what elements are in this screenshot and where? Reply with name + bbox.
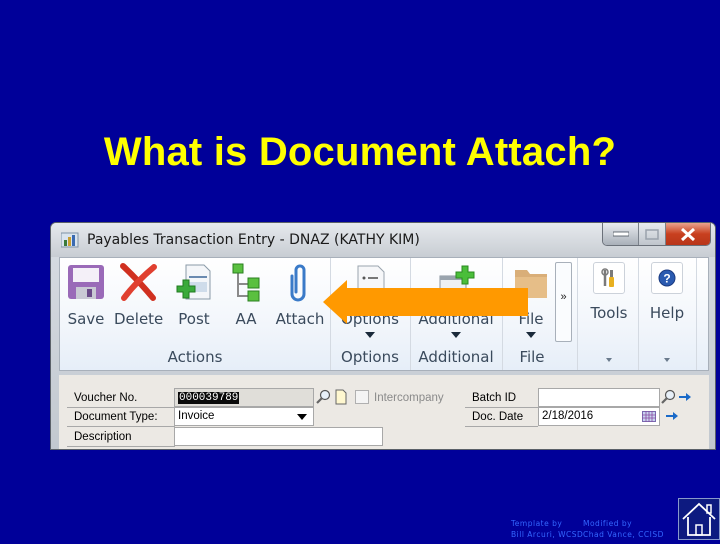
description-input[interactable] bbox=[174, 427, 383, 446]
ribbon-overflow-button[interactable]: » bbox=[555, 262, 572, 342]
document-type-select[interactable]: Invoice bbox=[174, 407, 314, 426]
group-label-options: Options bbox=[341, 348, 399, 366]
document-type-label: Document Type: bbox=[67, 408, 175, 427]
expand-arrow-icon bbox=[606, 358, 612, 362]
orange-pointer-arrow bbox=[323, 280, 528, 324]
ribbon-group-tools: Tools bbox=[580, 258, 639, 370]
chevron-down-icon bbox=[526, 332, 536, 338]
magnifier-icon bbox=[316, 389, 331, 404]
help-button[interactable]: ? Help bbox=[642, 262, 692, 322]
home-button[interactable] bbox=[678, 498, 720, 540]
home-icon bbox=[682, 502, 716, 536]
window-titlebar: Payables Transaction Entry - DNAZ (KATHY… bbox=[51, 223, 715, 257]
voucher-lookup-button[interactable] bbox=[314, 388, 332, 406]
close-icon bbox=[680, 227, 696, 241]
group-label-additional: Additional bbox=[418, 348, 494, 366]
modified-author: Chad Vance, CCISD bbox=[583, 530, 664, 539]
intercompany-label: Intercompany bbox=[374, 392, 444, 404]
modified-by-label: Modified by bbox=[583, 519, 633, 528]
window-controls bbox=[602, 223, 711, 246]
post-button[interactable]: Post bbox=[172, 262, 216, 328]
batch-expand-button[interactable] bbox=[676, 388, 694, 406]
description-label: Description bbox=[67, 428, 175, 447]
intercompany-checkbox[interactable] bbox=[353, 388, 371, 406]
minimize-button[interactable] bbox=[603, 223, 639, 245]
magnifier-icon bbox=[661, 389, 676, 404]
close-button[interactable] bbox=[666, 223, 710, 245]
arrow-right-icon bbox=[679, 393, 691, 401]
help-icon: ? bbox=[658, 269, 676, 287]
paperclip-icon bbox=[290, 264, 306, 302]
chevron-down-icon bbox=[451, 332, 461, 338]
calendar-icon[interactable] bbox=[642, 411, 656, 422]
new-document-icon bbox=[335, 389, 347, 405]
doc-date-expand-button[interactable] bbox=[663, 407, 681, 425]
minimize-icon bbox=[612, 231, 629, 237]
maximize-icon bbox=[645, 228, 659, 240]
maximize-button[interactable] bbox=[639, 223, 666, 245]
batch-lookup-button[interactable] bbox=[659, 388, 677, 406]
transaction-form: Voucher No. 000039789 Intercompany Docum… bbox=[59, 375, 709, 449]
attach-button[interactable]: Attach bbox=[274, 262, 326, 328]
voucher-new-button[interactable] bbox=[332, 388, 350, 406]
doc-date-label: Doc. Date bbox=[465, 408, 538, 427]
dropdown-arrow-icon bbox=[297, 414, 307, 420]
red-x-icon bbox=[120, 263, 157, 301]
expand-arrow-icon bbox=[664, 358, 670, 362]
batch-id-input[interactable] bbox=[538, 388, 660, 407]
ribbon-group-help: ? Help bbox=[638, 258, 697, 370]
arrow-right-icon bbox=[666, 412, 678, 420]
batch-id-label: Batch ID bbox=[465, 389, 538, 408]
tools-button[interactable]: Tools bbox=[584, 262, 634, 322]
delete-button[interactable]: Delete bbox=[114, 262, 163, 328]
post-document-icon bbox=[176, 264, 211, 300]
aa-button[interactable]: AA bbox=[224, 262, 268, 328]
chevron-down-icon bbox=[365, 332, 375, 338]
svg-text:?: ? bbox=[663, 272, 670, 286]
app-icon bbox=[61, 232, 79, 248]
template-by-label: Template by bbox=[511, 519, 563, 528]
group-label-file: File bbox=[519, 348, 545, 366]
hierarchy-icon bbox=[232, 263, 260, 302]
payables-transaction-window: Payables Transaction Entry - DNAZ (KATHY… bbox=[50, 222, 716, 450]
template-author: Bill Arcuri, WCSD bbox=[511, 530, 584, 539]
group-label-actions: Actions bbox=[167, 348, 223, 366]
floppy-disk-icon bbox=[68, 265, 104, 299]
slide-title: What is Document Attach? bbox=[103, 130, 617, 174]
voucher-no-field[interactable]: 000039789 bbox=[174, 388, 314, 407]
doc-date-input[interactable]: 2/18/2016 bbox=[538, 407, 660, 426]
window-title: Payables Transaction Entry - DNAZ (KATHY… bbox=[87, 232, 420, 248]
tools-icon bbox=[601, 268, 614, 287]
voucher-no-label: Voucher No. bbox=[67, 389, 175, 408]
save-button[interactable]: Save bbox=[64, 262, 108, 328]
ribbon-group-actions: Save Delete Post AA Attach Actions bbox=[60, 258, 331, 370]
